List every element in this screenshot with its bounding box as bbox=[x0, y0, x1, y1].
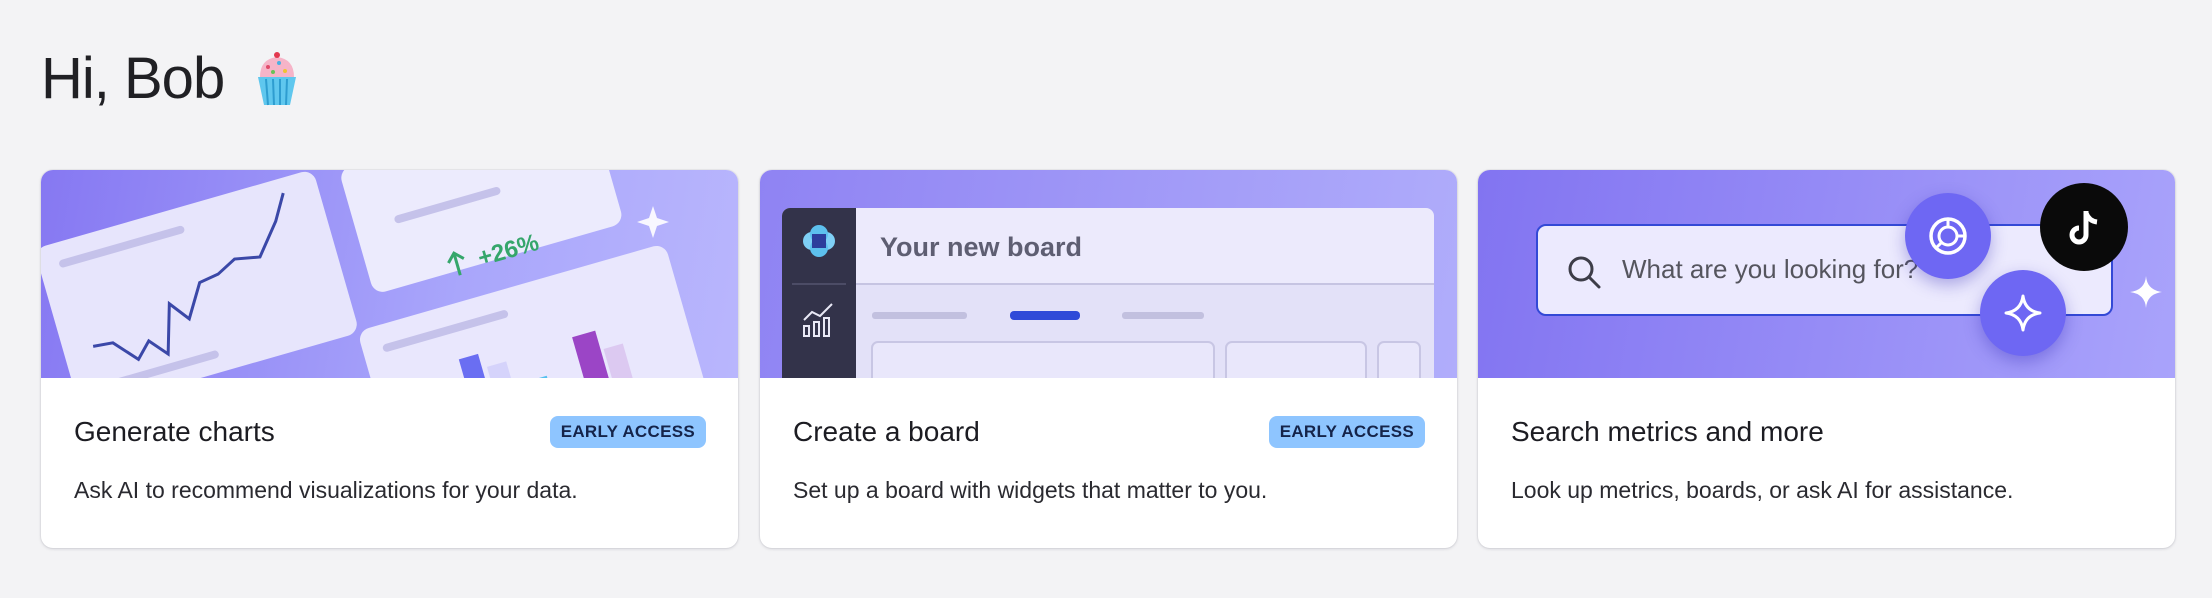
card-description: Set up a board with widgets that matter … bbox=[793, 477, 1268, 503]
sparkle-icon bbox=[1980, 270, 2066, 356]
search-metrics-card[interactable]: What are you looking for? Search metrics… bbox=[1478, 170, 2175, 548]
pie-chart-icon bbox=[1905, 193, 1991, 279]
generate-charts-card[interactable]: +26% Generate charts EARLY ACCESS Ask AI… bbox=[41, 170, 738, 548]
early-access-badge: EARLY ACCESS bbox=[1268, 416, 1425, 448]
cupcake-icon bbox=[254, 51, 300, 107]
card-title: Search metrics and more bbox=[1511, 416, 1824, 447]
card-description: Ask AI to recommend visualizations for y… bbox=[74, 477, 578, 503]
tiktok-icon bbox=[2040, 183, 2128, 271]
chart-icon bbox=[803, 303, 833, 337]
create-board-card[interactable]: Your new board Create a board EARLY ACCE… bbox=[760, 170, 1457, 548]
board-illustration: Your new board bbox=[760, 170, 1457, 378]
search-placeholder: What are you looking for? bbox=[1622, 254, 1919, 284]
greeting-title: Hi, Bob bbox=[41, 46, 225, 111]
search-icon bbox=[1568, 256, 1601, 289]
card-title: Generate charts bbox=[74, 416, 275, 447]
greeting: Hi, Bob bbox=[41, 44, 300, 114]
board-preview: Your new board bbox=[782, 208, 1434, 378]
search-illustration: What are you looking for? bbox=[1478, 170, 2175, 378]
card-title: Create a board bbox=[793, 416, 980, 447]
sparkle-decoration-icon bbox=[2130, 276, 2162, 308]
board-sidebar bbox=[782, 208, 856, 378]
card-description: Look up metrics, boards, or ask AI for a… bbox=[1511, 477, 2014, 503]
charts-illustration: +26% bbox=[41, 170, 738, 378]
early-access-badge: EARLY ACCESS bbox=[549, 416, 706, 448]
